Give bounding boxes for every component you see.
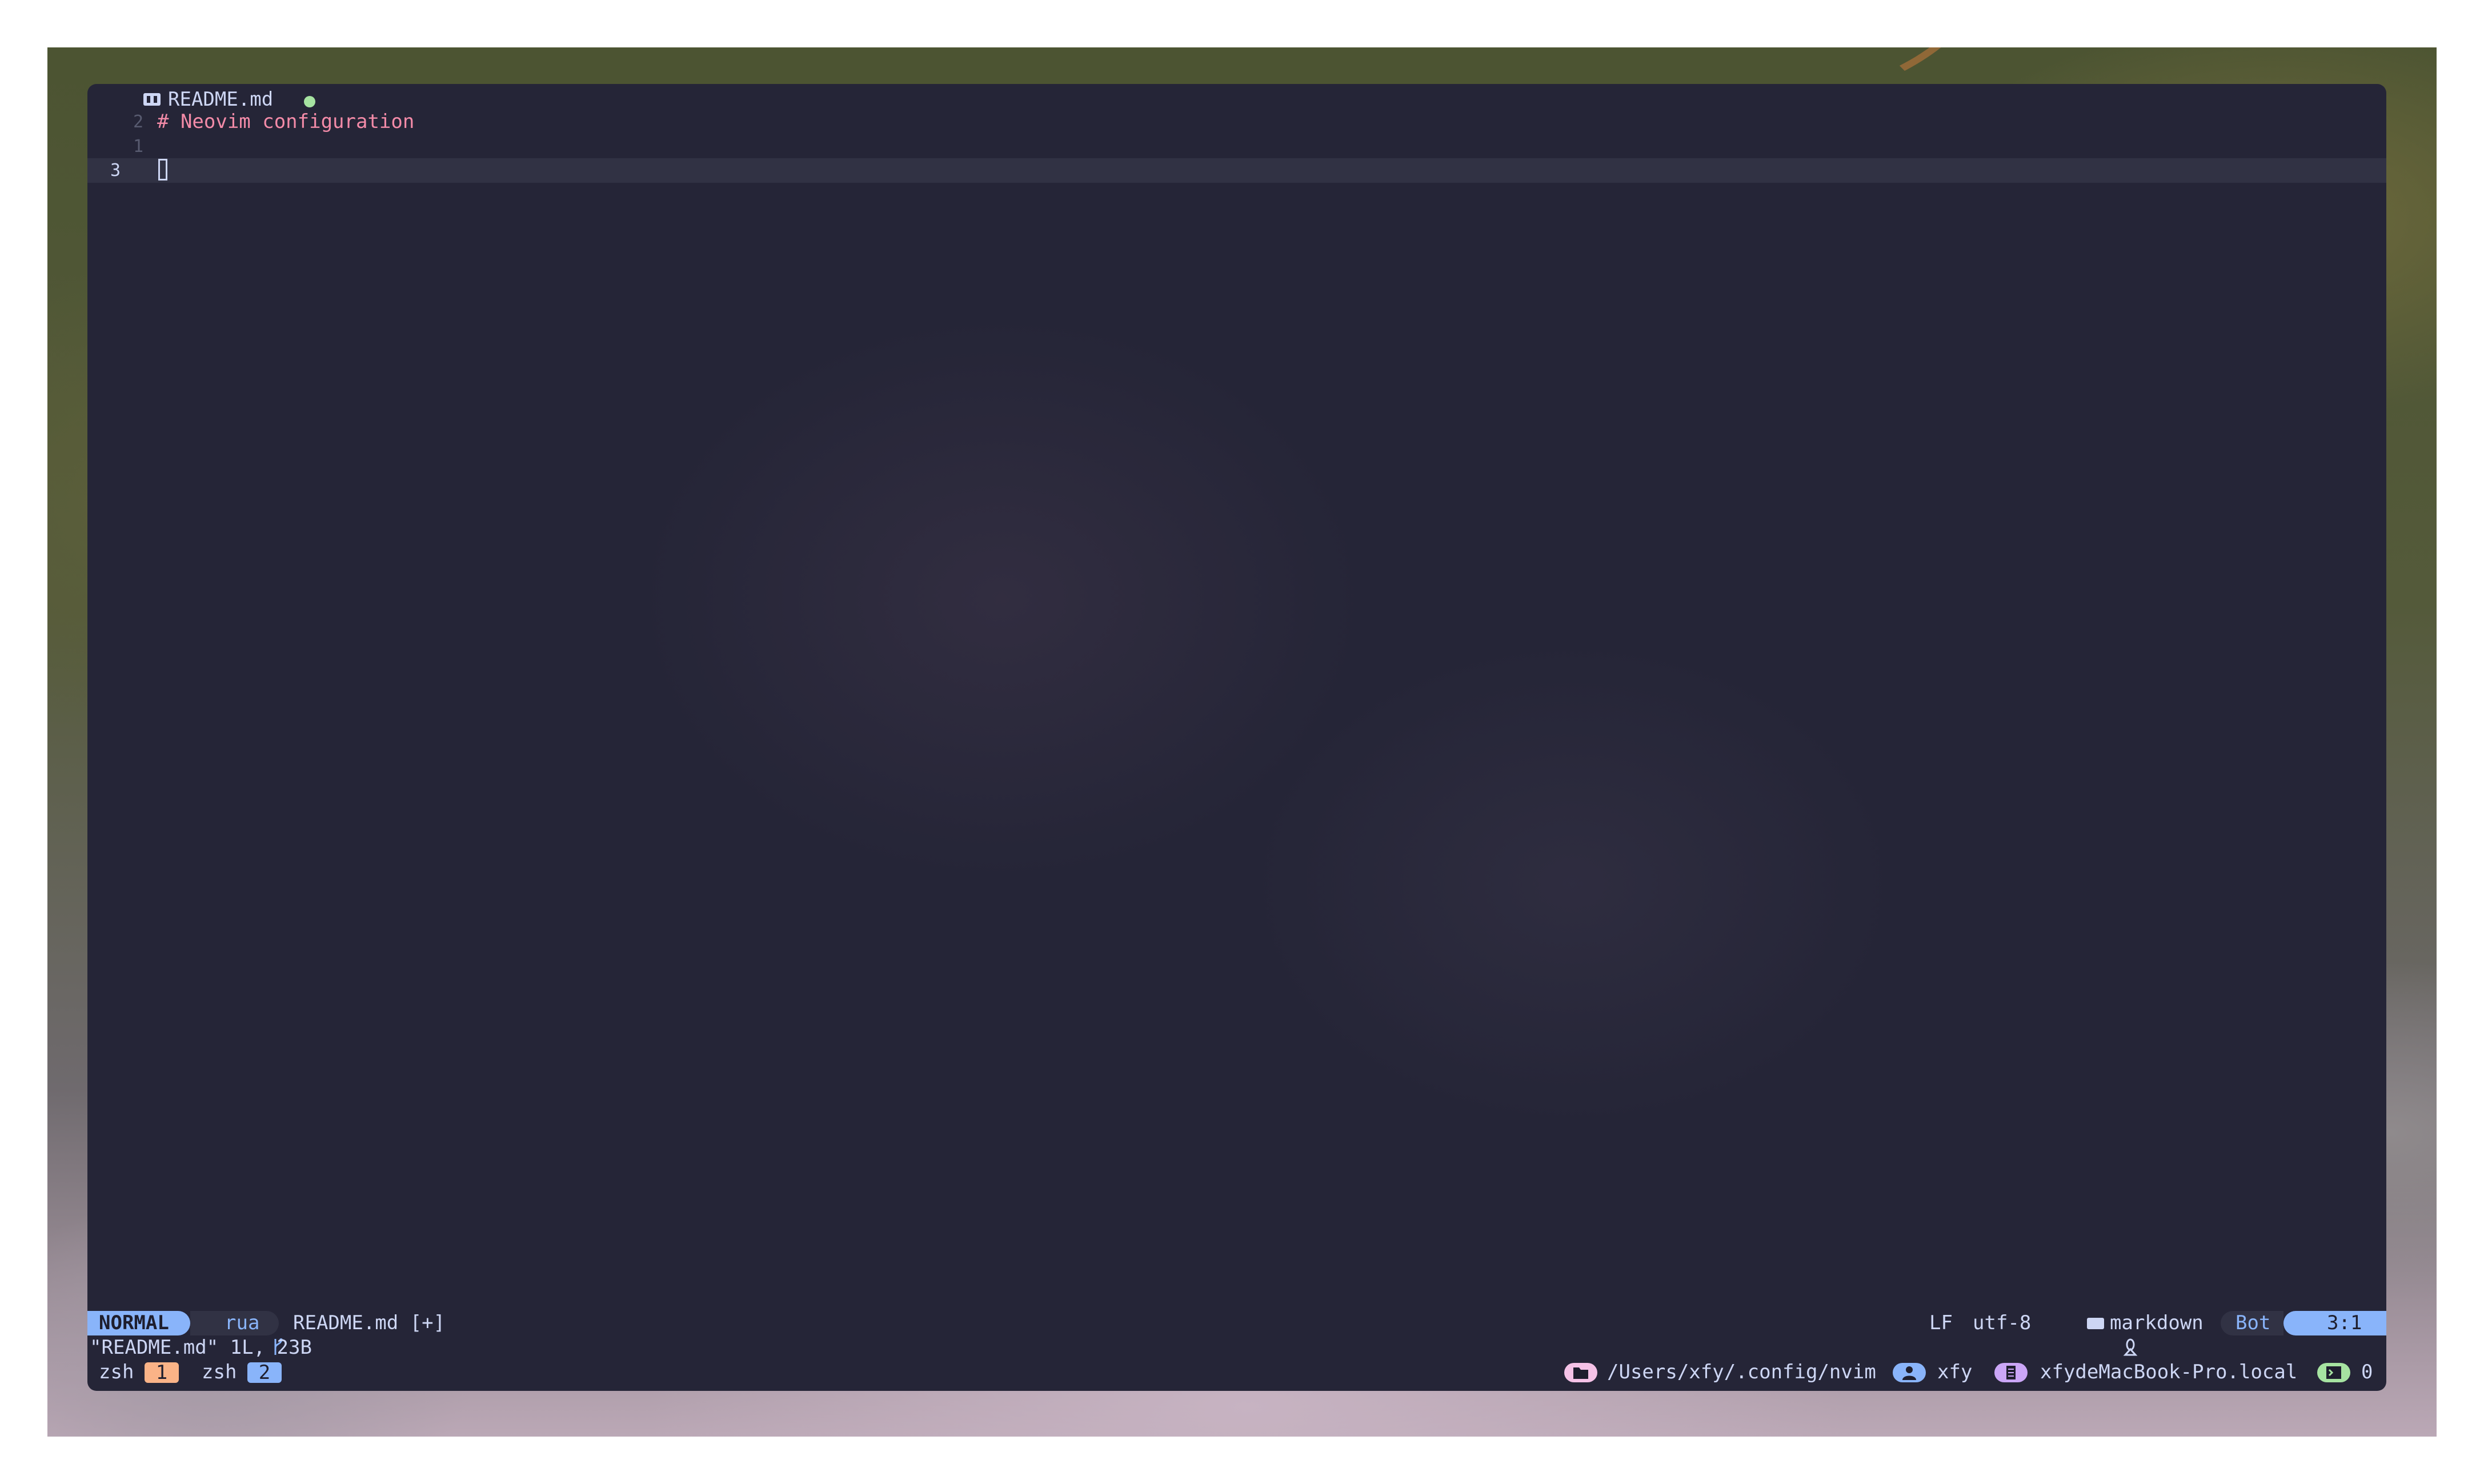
cursor-position-segment: 3:1	[2283, 1311, 2386, 1335]
tmux-window-index[interactable]: 1	[145, 1362, 179, 1383]
buffer-line-current[interactable]: 3	[87, 158, 2386, 183]
host-icon	[1994, 1363, 2028, 1382]
tmux-window-name[interactable]: zsh	[202, 1360, 237, 1385]
tmux-session: 0	[2361, 1361, 2373, 1383]
tmux-window-index[interactable]: 2	[247, 1362, 282, 1383]
line-number: 1	[133, 137, 144, 157]
markdown-icon	[2087, 1318, 2104, 1329]
command-line[interactable]: "README.md" 1L, 23B	[87, 1335, 2386, 1360]
line-ending: LF	[1929, 1311, 1953, 1334]
buffer-line[interactable]: 1	[87, 134, 2386, 159]
buffer-line[interactable]: 2 # Neovim configuration	[87, 110, 2386, 134]
markdown-icon	[143, 93, 161, 106]
scroll-position: Bot	[2235, 1311, 2271, 1334]
git-branch-name: rua	[225, 1311, 260, 1334]
user-icon	[1893, 1363, 1926, 1382]
tmux-window-name[interactable]: zsh	[99, 1360, 134, 1385]
line-text[interactable]: # Neovim configuration	[157, 110, 414, 134]
modified-indicator-icon	[304, 96, 315, 107]
line-number: 2	[133, 112, 144, 132]
tmux-host: xfydeMacBook-Pro.local	[2040, 1361, 2298, 1383]
buffer-tabline[interactable]: README.md	[87, 87, 2386, 112]
folder-icon	[1564, 1363, 1597, 1382]
cursor-position: 3:1	[2327, 1311, 2362, 1334]
statusline: NORMAL rua README.md [+] LF utf-8 markdo…	[87, 1311, 2386, 1356]
text-cursor	[158, 159, 167, 181]
scroll-segment: Bot	[2221, 1311, 2283, 1335]
filetype: markdown	[2110, 1311, 2203, 1334]
tmux-status-bar: zsh 1 zsh 2 /Users/xfy/.config/nvim xfy …	[87, 1360, 2386, 1385]
tmux-path: /Users/xfy/.config/nvim	[1607, 1361, 1876, 1383]
file-info-message: "README.md" 1L, 23B	[90, 1336, 312, 1359]
terminal-icon	[2317, 1363, 2350, 1382]
mode-label: NORMAL	[99, 1311, 169, 1334]
line-number: 3	[110, 161, 121, 181]
terminal-window[interactable]: README.md 2 # Neovim configuration 1 3 N…	[87, 84, 2386, 1391]
tab-file-name[interactable]: README.md	[168, 87, 273, 112]
mode-indicator: NORMAL	[87, 1311, 190, 1335]
file-encoding: utf-8	[1973, 1311, 2032, 1334]
tmux-user: xfy	[1937, 1361, 1973, 1383]
statusline-file: README.md [+]	[293, 1311, 446, 1334]
